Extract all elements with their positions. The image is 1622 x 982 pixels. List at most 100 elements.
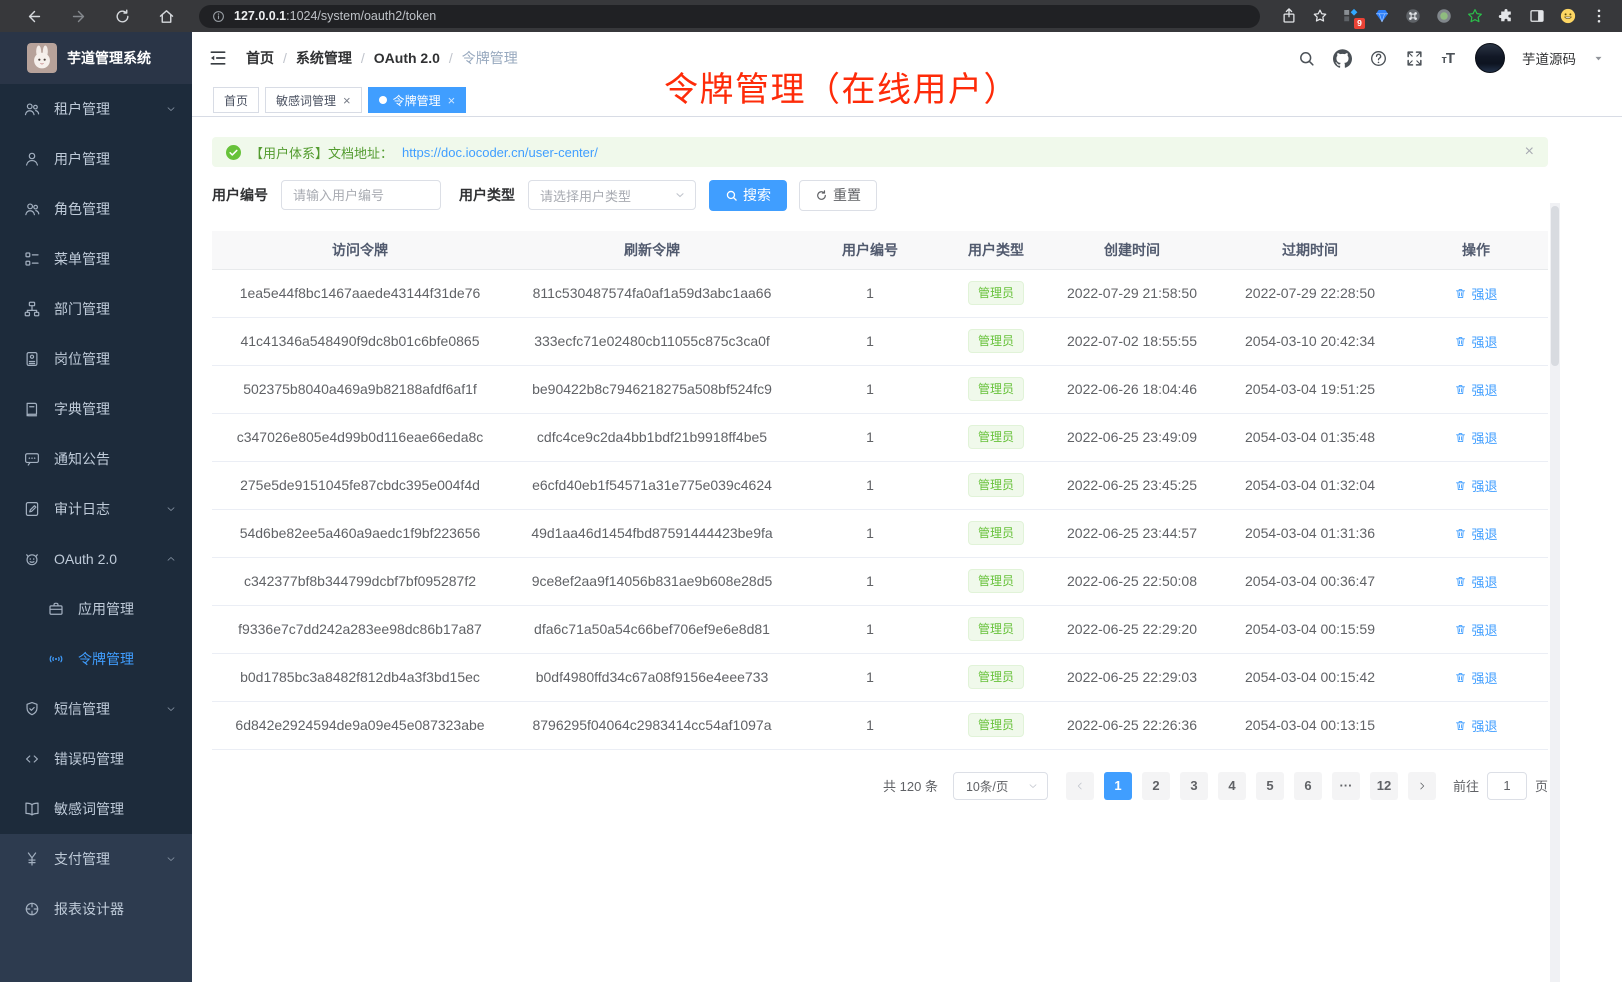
pager-more-button[interactable]: ··· — [1332, 772, 1360, 800]
sidebar-item-dict[interactable]: 字典管理 — [0, 384, 192, 434]
pager-page-2[interactable]: 2 — [1142, 772, 1170, 800]
force-logout-button[interactable]: 强退 — [1454, 524, 1497, 543]
github-icon[interactable] — [1333, 49, 1352, 68]
sidebar-item-sensitive[interactable]: 敏感词管理 — [0, 784, 192, 834]
extension-record-icon[interactable] — [1435, 7, 1453, 25]
goto-page-input[interactable] — [1487, 772, 1527, 800]
user-avatar[interactable] — [1475, 43, 1505, 73]
trash-icon — [1454, 431, 1467, 444]
sidebar-item-label: 支付管理 — [54, 849, 110, 869]
trash-icon — [1454, 335, 1467, 348]
cell-created-at: 2022-07-29 21:58:50 — [1048, 269, 1216, 317]
cell-expires-at: 2054-03-04 01:35:48 — [1216, 413, 1404, 461]
page-size-select[interactable]: 10条/页 — [953, 772, 1048, 800]
force-logout-button[interactable]: 强退 — [1454, 380, 1497, 399]
address-bar[interactable]: 127.0.0.1:1024/system/oauth2/token — [199, 5, 1260, 28]
pager-prev-button[interactable] — [1066, 772, 1094, 800]
font-size-icon[interactable]: тT — [1441, 50, 1454, 67]
scrollbar-track[interactable] — [1550, 203, 1560, 982]
breadcrumb-item[interactable]: 首页 — [246, 48, 274, 68]
search-button[interactable]: 搜索 — [709, 180, 787, 211]
column-header: 操作 — [1404, 231, 1548, 269]
browser-home-icon[interactable] — [158, 8, 175, 25]
sidebar-item-report[interactable]: 报表设计器 — [0, 884, 192, 934]
side-panel-icon[interactable] — [1528, 7, 1546, 25]
cell-user-id: 1 — [796, 701, 944, 749]
force-logout-button[interactable]: 强退 — [1454, 668, 1497, 687]
pager-page-1[interactable]: 1 — [1104, 772, 1132, 800]
alert-doc-link[interactable]: https://doc.iocoder.cn/user-center/ — [402, 145, 598, 160]
tab-label: 敏感词管理 — [276, 92, 336, 109]
user-id-input[interactable] — [281, 180, 441, 210]
share-icon[interactable] — [1280, 7, 1298, 25]
sidebar-item-menu-tree[interactable]: 菜单管理 — [0, 234, 192, 284]
sidebar-item-user[interactable]: 用户管理 — [0, 134, 192, 184]
search-icon[interactable] — [1297, 49, 1316, 68]
pager-goto: 前往页 — [1453, 772, 1548, 800]
extension-command-icon[interactable] — [1404, 7, 1422, 25]
tab-0[interactable]: 首页 — [213, 87, 259, 113]
sidebar-item-sms[interactable]: 短信管理 — [0, 684, 192, 734]
sidebar-fold-icon[interactable] — [208, 48, 228, 68]
browser-reload-icon[interactable] — [114, 8, 131, 25]
pager-page-5[interactable]: 5 — [1256, 772, 1284, 800]
sidebar-item-label: 部门管理 — [54, 299, 110, 319]
pager-page-4[interactable]: 4 — [1218, 772, 1246, 800]
sidebar-item-audit[interactable]: 审计日志 — [0, 484, 192, 534]
cell-user-id: 1 — [796, 269, 944, 317]
scrollbar-thumb[interactable] — [1551, 206, 1559, 366]
force-logout-button[interactable]: 强退 — [1454, 716, 1497, 735]
sidebar-item-department[interactable]: 部门管理 — [0, 284, 192, 334]
force-logout-button[interactable]: 强退 — [1454, 476, 1497, 495]
sidebar-item-pay[interactable]: 支付管理 — [0, 834, 192, 884]
fullscreen-icon[interactable] — [1405, 49, 1424, 68]
sidebar-item-notice[interactable]: 通知公告 — [0, 434, 192, 484]
site-info-icon[interactable] — [212, 10, 225, 23]
tab-close-icon[interactable]: × — [343, 94, 351, 107]
sidebar-item-oauth[interactable]: OAuth 2.0 — [0, 534, 192, 584]
app-logo[interactable]: 芋道管理系统 — [0, 32, 192, 84]
sidebar-item-post[interactable]: 岗位管理 — [0, 334, 192, 384]
sidebar-item-errcode[interactable]: 错误码管理 — [0, 734, 192, 784]
extensions-puzzle-icon[interactable] — [1497, 7, 1515, 25]
user-name[interactable]: 芋道源码 — [1522, 48, 1576, 68]
pager-page-3[interactable]: 3 — [1180, 772, 1208, 800]
table-row: c347026e805e4d99b0d116eae66eda8ccdfc4ce9… — [212, 413, 1548, 461]
chevron-down-icon — [165, 503, 177, 515]
extension-gem-icon[interactable] — [1373, 7, 1391, 25]
user-type-select[interactable]: 请选择用户类型 — [528, 180, 696, 210]
cell-user-type: 管理员 — [944, 653, 1048, 701]
cell-access-token: c342377bf8b344799dcbf7bf095287f2 — [212, 557, 508, 605]
pager-page-6[interactable]: 6 — [1294, 772, 1322, 800]
pagination-total: 共 120 条 — [883, 776, 938, 795]
force-logout-button[interactable]: 强退 — [1454, 620, 1497, 639]
sidebar-item-tenant[interactable]: 租户管理 — [0, 84, 192, 134]
extension-blocker-icon[interactable]: 9 — [1342, 7, 1360, 25]
browser-back-icon[interactable] — [26, 8, 43, 25]
tab-close-icon[interactable]: × — [448, 94, 456, 107]
profile-emoji-icon[interactable] — [1559, 7, 1577, 25]
reset-button[interactable]: 重置 — [799, 180, 877, 211]
user-menu-caret-icon[interactable] — [1593, 53, 1604, 64]
force-logout-button[interactable]: 强退 — [1454, 284, 1497, 303]
sidebar-item-token[interactable]: 令牌管理 — [0, 634, 192, 684]
help-icon[interactable] — [1369, 49, 1388, 68]
force-logout-button[interactable]: 强退 — [1454, 332, 1497, 351]
browser-menu-icon[interactable] — [1590, 7, 1608, 25]
browser-forward-icon[interactable] — [70, 8, 87, 25]
breadcrumb-item[interactable]: OAuth 2.0 — [374, 50, 440, 66]
sidebar-item-role[interactable]: 角色管理 — [0, 184, 192, 234]
cell-user-type: 管理员 — [944, 605, 1048, 653]
breadcrumb-item[interactable]: 系统管理 — [296, 48, 352, 68]
alert-close-icon[interactable]: × — [1525, 144, 1534, 160]
force-logout-button[interactable]: 强退 — [1454, 428, 1497, 447]
sms-icon — [23, 700, 41, 718]
pager-next-button[interactable] — [1408, 772, 1436, 800]
sidebar-item-app[interactable]: 应用管理 — [0, 584, 192, 634]
tab-1[interactable]: 敏感词管理 × — [265, 87, 362, 113]
pager-page-12[interactable]: 12 — [1370, 772, 1398, 800]
extension-green-star-icon[interactable] — [1466, 7, 1484, 25]
tab-2[interactable]: 令牌管理× — [368, 87, 467, 113]
bookmark-star-icon[interactable] — [1311, 7, 1329, 25]
force-logout-button[interactable]: 强退 — [1454, 572, 1497, 591]
